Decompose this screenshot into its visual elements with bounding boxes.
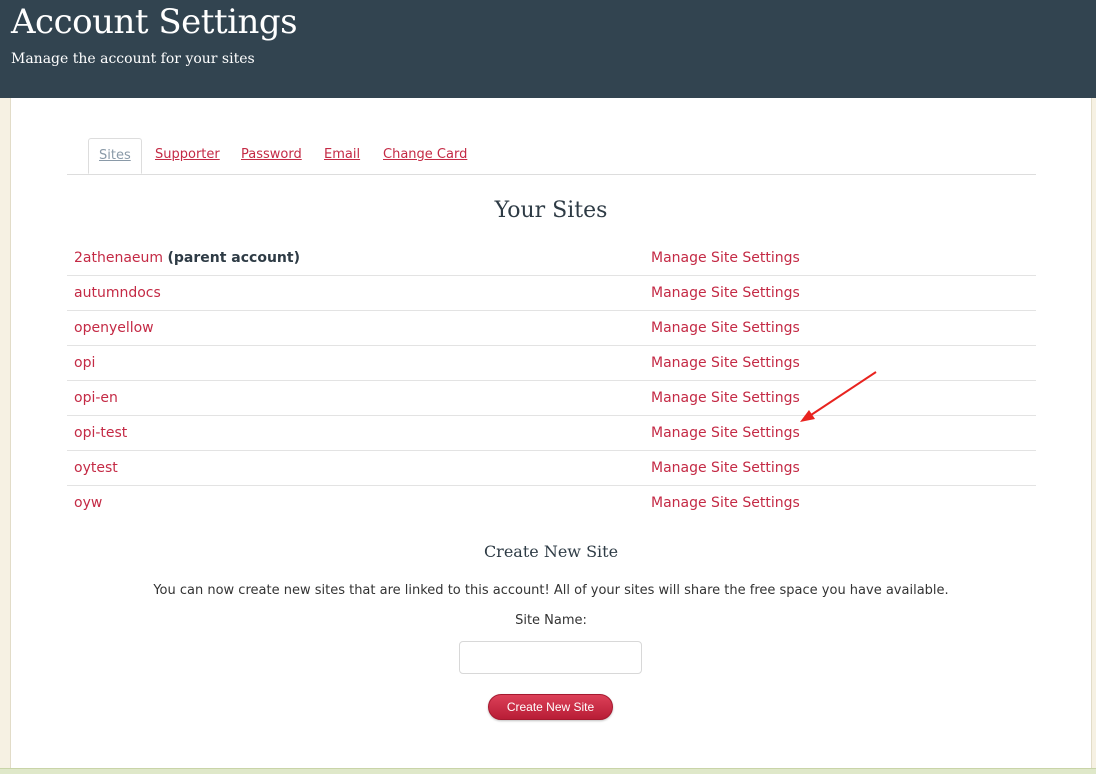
footer-strip <box>0 768 1096 774</box>
annotation-arrow-icon <box>800 371 877 422</box>
